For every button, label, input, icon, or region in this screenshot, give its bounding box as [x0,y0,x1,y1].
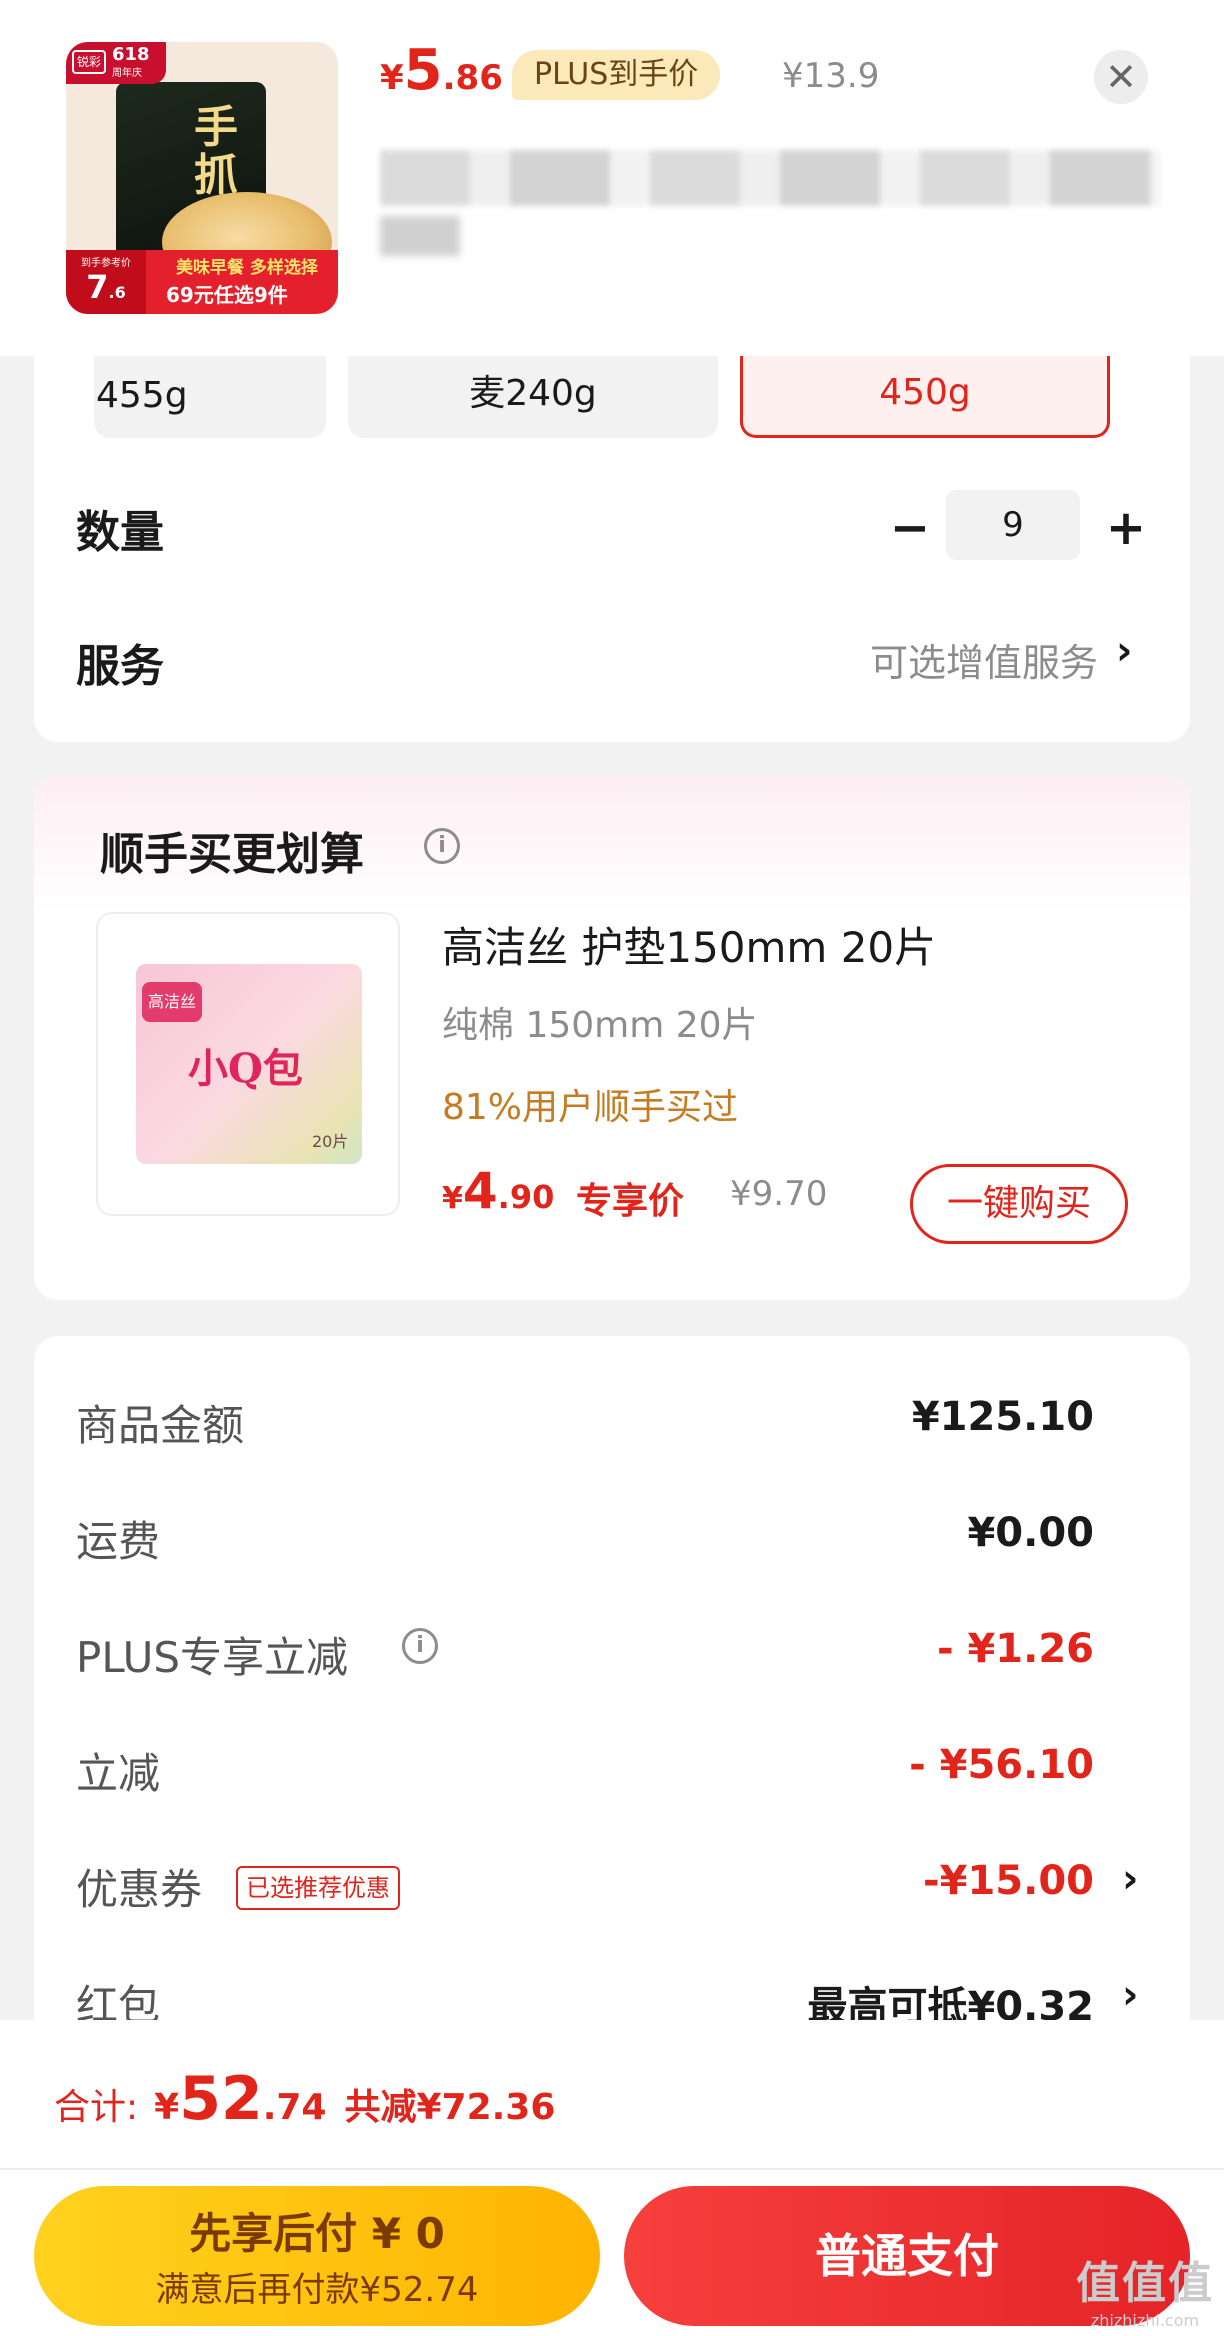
bundle-card: 顺手买更划算 i 高洁丝 小Q包 20片 高洁丝 护垫150mm 20片 纯棉 … [34,776,1190,1300]
promo-line-2: 69元任选9件 [166,283,288,307]
bundle-price-tag: 专享价 [576,1181,685,1222]
price-summary-card: 商品金额 ¥125.10 运费 ¥0.00 PLUS专享立减 i - ¥1.26… [34,1336,1190,2056]
product-header: 手抓饼 锐彩 618 周年庆 到手参考价 7.6 美味早餐 多样选择 69元任选… [0,0,1224,356]
close-button[interactable]: ✕ [1094,50,1148,104]
watermark-url: zhizhizhi.com [1090,2311,1200,2330]
total-dec: .74 [262,2087,327,2128]
pack-name: 小Q包 [188,1045,303,1092]
chevron-right-icon[interactable]: › [1122,1972,1138,2018]
summary-label: 运费 [76,1517,161,1566]
variant-label: 麦240g [469,373,597,414]
bundle-product-image[interactable]: 高洁丝 小Q包 20片 [96,912,400,1216]
summary-value-discount: - ¥56.10 [909,1742,1094,1788]
summary-label: PLUS专享立减 [76,1633,349,1682]
bundle-price-int: 4 [462,1162,498,1220]
bundle-product-name[interactable]: 高洁丝 护垫150mm 20片 [442,914,936,975]
pay-later-button[interactable]: 先享后付 ¥ 0 满意后再付款¥52.74 [34,2186,600,2326]
sku-card: 455g 麦240g 450g 数量 − 9 + 服务 可选增值服务 › [34,330,1190,742]
info-icon[interactable]: i [402,1628,438,1664]
total-saved: 共减¥72.36 [344,2087,556,2128]
total-line: 合计: ¥ 52 .74 共减¥72.36 [54,2064,555,2134]
header-price-dec: .86 [442,58,503,98]
brand-logo: 锐彩 [72,50,106,74]
service-label: 服务 [76,641,164,692]
variant-label: 455g [96,375,188,416]
one-click-buy-button[interactable]: 一键购买 [910,1164,1128,1244]
summary-value-coupon[interactable]: -¥15.00 [923,1858,1094,1904]
plus-price-tag: PLUS到手价 [512,50,721,100]
pay-later-title: 先享后付 ¥ 0 [189,2209,445,2258]
product-thumbnail[interactable]: 手抓饼 锐彩 618 周年庆 到手参考价 7.6 美味早餐 多样选择 69元任选… [66,42,338,314]
pay-later-subtitle: 满意后再付款¥52.74 [155,2270,479,2310]
total-currency: ¥ [154,2087,180,2128]
summary-label: 立减 [76,1749,161,1798]
blurred-line-1 [380,150,1160,206]
watermark-logo: 值值值 [1076,2258,1214,2309]
header-original-price: ¥13.9 [782,56,880,96]
blurred-product-title [380,150,1160,260]
blurred-line-2 [380,216,460,256]
bundle-social-proof: 81%用户顺手买过 [442,1087,739,1128]
bundle-price-currency: ¥ [442,1181,463,1216]
pack-count: 20片 [312,1132,349,1151]
close-icon: ✕ [1105,55,1137,99]
promo-line-1: 美味早餐 多样选择 [176,258,318,278]
bundle-price-dec: .90 [497,1178,555,1216]
quantity-minus-button[interactable]: − [886,500,934,556]
service-hint[interactable]: 可选增值服务 [870,632,1098,687]
quantity-plus-button[interactable]: + [1102,500,1150,556]
info-icon[interactable]: i [424,828,460,864]
bundle-price: ¥ 4 .90 [442,1162,554,1220]
promo-price-caption: 到手参考价 [81,258,131,269]
promo-price-int: 7 [86,268,109,306]
total-label: 合计: [54,2087,139,2128]
promo-price-dec: .6 [108,283,126,302]
summary-label: 商品金额 [76,1401,245,1450]
summary-label: 优惠券 [76,1865,203,1914]
summary-value: ¥125.10 [911,1394,1094,1440]
total-int: 52 [179,2064,263,2134]
chevron-right-icon[interactable]: › [1116,628,1132,674]
badge-sub: 周年庆 [112,68,142,79]
promo-price: 到手参考价 7.6 [66,250,146,314]
variant-label: 450g [879,372,971,413]
bundle-title: 顺手买更划算 [100,829,364,880]
bundle-product-spec: 纯棉 150mm 20片 [442,1005,758,1046]
header-price-currency: ¥ [380,58,404,98]
summary-value-discount: - ¥1.26 [936,1626,1094,1672]
quantity-label: 数量 [76,507,164,558]
badge-number: 618 [112,44,150,65]
pack-brand: 高洁丝 [142,982,202,1022]
watermark: 值值值 zhizhizhi.com [1076,2247,1214,2330]
header-price-int: 5 [403,38,443,103]
quantity-input[interactable]: 9 [946,490,1080,560]
chevron-right-icon[interactable]: › [1122,1856,1138,1902]
coupon-tag: 已选推荐优惠 [236,1866,400,1910]
checkout-bar: 合计: ¥ 52 .74 共减¥72.36 先享后付 ¥ 0 满意后再付款¥52… [0,2020,1224,2336]
header-price: ¥ 5 .86 [380,38,503,108]
divider [0,2168,1224,2170]
618-badge: 锐彩 618 周年庆 [66,42,166,84]
summary-value: ¥0.00 [967,1510,1094,1556]
bundle-original-price: ¥9.70 [730,1174,828,1214]
